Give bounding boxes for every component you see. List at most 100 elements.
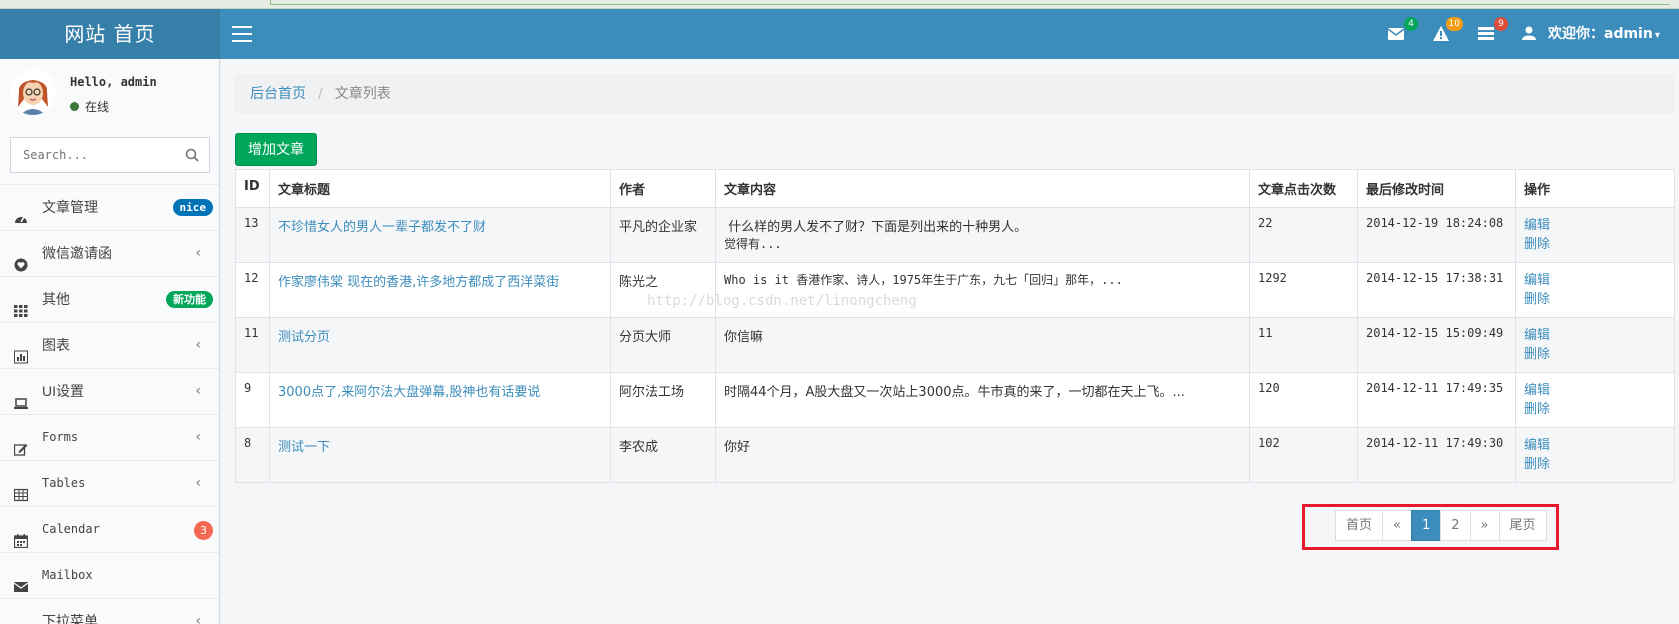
page-next[interactable]: » (1469, 510, 1500, 541)
folder-icon (14, 614, 28, 624)
delete-link[interactable]: 删除 (1524, 400, 1666, 419)
sidebar-item-charts[interactable]: 图表 ‹ (0, 322, 219, 368)
tasks-badge: 9 (1494, 17, 1508, 31)
cell-author: 分页大师 (610, 317, 716, 373)
sidebar-item-other[interactable]: 其他 新功能 (0, 276, 219, 322)
table-row: 8 测试一下 李农成 你好 102 2014-12-11 17:49:30 编辑… (235, 427, 1675, 483)
col-id: ID (235, 169, 270, 208)
new-feature-badge: 新功能 (166, 291, 213, 308)
page-prev[interactable]: « (1382, 510, 1412, 541)
article-title-link[interactable]: 不珍惜女人的男人一辈子都发不了财 (278, 220, 486, 235)
sidebar-item-calendar[interactable]: Calendar 3 (0, 506, 219, 552)
table-header-row: ID 文章标题 作者 文章内容 文章点击次数 最后修改时间 操作 (235, 169, 1675, 208)
user-menu[interactable]: 欢迎你：admin ▾ (1522, 9, 1660, 59)
cell-clicks: 120 (1249, 372, 1358, 428)
page-last[interactable]: 尾页 (1498, 510, 1547, 541)
article-title-link[interactable]: 作家廖伟棠 现在的香港,许多地方都成了西洋菜街 (278, 275, 559, 290)
edit-link[interactable]: 编辑 (1524, 326, 1666, 345)
messages-badge: 4 (1404, 17, 1418, 31)
page-first[interactable]: 首页 (1335, 510, 1384, 541)
cell-content: Who is it 香港作家、诗人，1975年生于广东，九七「回归」那年，... (715, 262, 1250, 318)
edit-link[interactable]: 编辑 (1524, 436, 1666, 455)
articles-table: ID 文章标题 作者 文章内容 文章点击次数 最后修改时间 操作 13 不珍惜女… (235, 169, 1675, 483)
avatar (10, 69, 56, 115)
breadcrumb: 后台首页 / 文章列表 (235, 74, 1675, 114)
cell-author: 陈光之 (610, 262, 716, 318)
article-title-link[interactable]: 3000点了,来阿尔法大盘弹幕,股神也有话要说 (278, 385, 540, 400)
logo[interactable]: 网站 首页 (0, 9, 220, 59)
col-author: 作者 (610, 169, 716, 208)
edit-icon (13, 430, 28, 456)
delete-link[interactable]: 删除 (1524, 455, 1666, 474)
sidebar-item-wechat-invite[interactable]: 微信邀请函 ‹ (0, 230, 219, 276)
alerts-badge: 10 (1445, 17, 1463, 31)
main-header: 网站 首页 4 10 9 欢迎你：admin ▾ (0, 9, 1679, 59)
breadcrumb-current: 文章列表 (334, 86, 391, 102)
cell-author: 阿尔法工场 (610, 372, 716, 428)
messages-icon[interactable]: 4 (1387, 17, 1418, 45)
add-article-button[interactable]: 增加文章 (235, 133, 317, 166)
edit-link[interactable]: 编辑 (1524, 381, 1666, 400)
search-icon[interactable] (185, 148, 199, 162)
chevron-left-icon: ‹ (195, 475, 201, 491)
table-row: 12 作家廖伟棠 现在的香港,许多地方都成了西洋菜街 陈光之 Who is it… (235, 262, 1675, 318)
status-dot-icon (70, 102, 79, 111)
cell-clicks: 1292 (1249, 262, 1358, 318)
breadcrumb-home[interactable]: 后台首页 (250, 86, 306, 102)
cell-author: 李农成 (610, 427, 716, 483)
sidebar-toggle-icon[interactable] (232, 26, 252, 42)
sidebar-item-dropdown[interactable]: 下拉菜单 ‹ (0, 598, 219, 624)
browser-top-bar (270, 0, 1670, 5)
col-title: 文章标题 (269, 169, 611, 208)
articles-badge: nice (172, 199, 213, 216)
article-title-link[interactable]: 测试一下 (278, 440, 330, 455)
edit-link[interactable]: 编辑 (1524, 216, 1666, 235)
cell-modified: 2014-12-11 17:49:35 (1357, 372, 1516, 428)
cell-modified: 2014-12-11 17:49:30 (1357, 427, 1516, 483)
chevron-left-icon: ‹ (195, 383, 201, 399)
cell-author: 平凡的企业家 (610, 207, 716, 263)
page-2[interactable]: 2 (1440, 510, 1471, 541)
hello-text: Hello, admin (70, 75, 157, 89)
sidebar-item-ui-settings[interactable]: UI设置 ‹ (0, 368, 219, 414)
col-content: 文章内容 (715, 169, 1250, 208)
page-1[interactable]: 1 (1410, 510, 1442, 541)
col-clicks: 文章点击次数 (1249, 169, 1358, 208)
cell-id: 12 (235, 262, 270, 318)
cell-content: 你信嘛 (715, 317, 1250, 373)
delete-link[interactable]: 删除 (1524, 235, 1666, 254)
cell-clicks: 102 (1249, 427, 1358, 483)
cell-content: 你好 (715, 427, 1250, 483)
col-actions: 操作 (1515, 169, 1675, 208)
sidebar: Hello, admin 在线 文章管理 nice 微信邀请函 ‹ 其他 新功能… (0, 59, 220, 624)
sidebar-item-mailbox[interactable]: Mailbox (0, 552, 219, 598)
delete-link[interactable]: 删除 (1524, 290, 1666, 309)
tasks-icon[interactable]: 9 (1478, 17, 1508, 45)
pagination: 首页 « 1 2 » 尾页 (1335, 510, 1547, 541)
sidebar-item-articles[interactable]: 文章管理 nice (0, 184, 219, 230)
table-row: 13 不珍惜女人的男人一辈子都发不了财 平凡的企业家 什么样的男人发不了财？下面… (235, 207, 1675, 263)
edit-link[interactable]: 编辑 (1524, 271, 1666, 290)
delete-link[interactable]: 删除 (1524, 345, 1666, 364)
alerts-icon[interactable]: 10 (1433, 17, 1463, 45)
cell-content: 什么样的男人发不了财？下面是列出来的十种男人。 觉得有... (715, 207, 1250, 263)
envelope-icon (13, 568, 29, 592)
chevron-left-icon: ‹ (195, 429, 201, 445)
cell-id: 11 (235, 317, 270, 373)
user-icon (1522, 11, 1538, 40)
cell-id: 8 (235, 427, 270, 483)
chevron-left-icon: ‹ (195, 245, 201, 261)
sidebar-item-forms[interactable]: Forms ‹ (0, 414, 219, 460)
sidebar-menu: 文章管理 nice 微信邀请函 ‹ 其他 新功能 图表 ‹ UI设置 ‹ For… (0, 184, 219, 624)
chevron-left-icon: ‹ (195, 337, 201, 353)
user-panel: Hello, admin 在线 (10, 69, 210, 119)
search-input[interactable] (11, 138, 171, 172)
cell-clicks: 11 (1249, 317, 1358, 373)
caret-down-icon: ▾ (1654, 30, 1660, 41)
table-row: 11 测试分页 分页大师 你信嘛 11 2014-12-15 15:09:49 … (235, 317, 1675, 373)
col-modified: 最后修改时间 (1357, 169, 1516, 208)
dashboard-icon (14, 200, 28, 223)
browser-top-strip (0, 0, 1679, 9)
article-title-link[interactable]: 测试分页 (278, 330, 330, 345)
sidebar-item-tables[interactable]: Tables ‹ (0, 460, 219, 506)
